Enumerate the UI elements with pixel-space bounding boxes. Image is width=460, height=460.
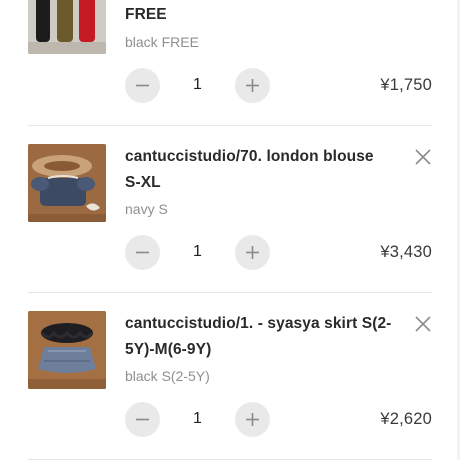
cart-item: cantuccistudio/1. - syasya skirt S(2-5Y)… xyxy=(0,293,460,460)
product-title[interactable]: cantuccistudio/1. - syasya skirt S(2-5Y)… xyxy=(125,311,393,363)
increase-quantity-button[interactable] xyxy=(235,402,270,437)
close-icon xyxy=(415,316,431,332)
product-variant: black S(2-5Y) xyxy=(125,368,210,384)
plus-icon xyxy=(246,413,259,426)
cart-item: FREE black FREE 1 ¥1,750 xyxy=(0,0,460,125)
product-thumbnail[interactable] xyxy=(28,144,106,222)
quantity-value: 1 xyxy=(193,76,202,93)
decrease-quantity-button[interactable] xyxy=(125,68,160,103)
product-variant: navy S xyxy=(125,201,168,217)
quantity-value: 1 xyxy=(193,410,202,427)
plus-icon xyxy=(246,79,259,92)
decrease-quantity-button[interactable] xyxy=(125,402,160,437)
increase-quantity-button[interactable] xyxy=(235,68,270,103)
decrease-quantity-button[interactable] xyxy=(125,235,160,270)
skirt-product-photo xyxy=(28,311,106,389)
cart-page: FREE black FREE 1 ¥1,750 cantuccistudio/… xyxy=(0,0,460,460)
minus-icon xyxy=(136,418,149,421)
plus-icon xyxy=(246,246,259,259)
minus-icon xyxy=(136,84,149,87)
product-title[interactable]: cantuccistudio/70. london blouse S-XL xyxy=(125,144,393,196)
increase-quantity-button[interactable] xyxy=(235,235,270,270)
product-thumbnail[interactable] xyxy=(28,311,106,389)
blouse-product-photo xyxy=(28,144,106,222)
remove-item-button[interactable] xyxy=(412,146,434,168)
quantity-value: 1 xyxy=(193,243,202,260)
product-title[interactable]: FREE xyxy=(125,2,393,28)
item-price: ¥2,620 xyxy=(380,410,432,428)
tights-product-photo xyxy=(28,0,106,54)
item-price: ¥1,750 xyxy=(380,76,432,94)
product-thumbnail[interactable] xyxy=(28,0,106,54)
minus-icon xyxy=(136,251,149,254)
item-price: ¥3,430 xyxy=(380,243,432,261)
cart-item: cantuccistudio/70. london blouse S-XL na… xyxy=(0,126,460,292)
remove-item-button[interactable] xyxy=(412,313,434,335)
product-variant: black FREE xyxy=(125,34,199,50)
close-icon xyxy=(415,149,431,165)
